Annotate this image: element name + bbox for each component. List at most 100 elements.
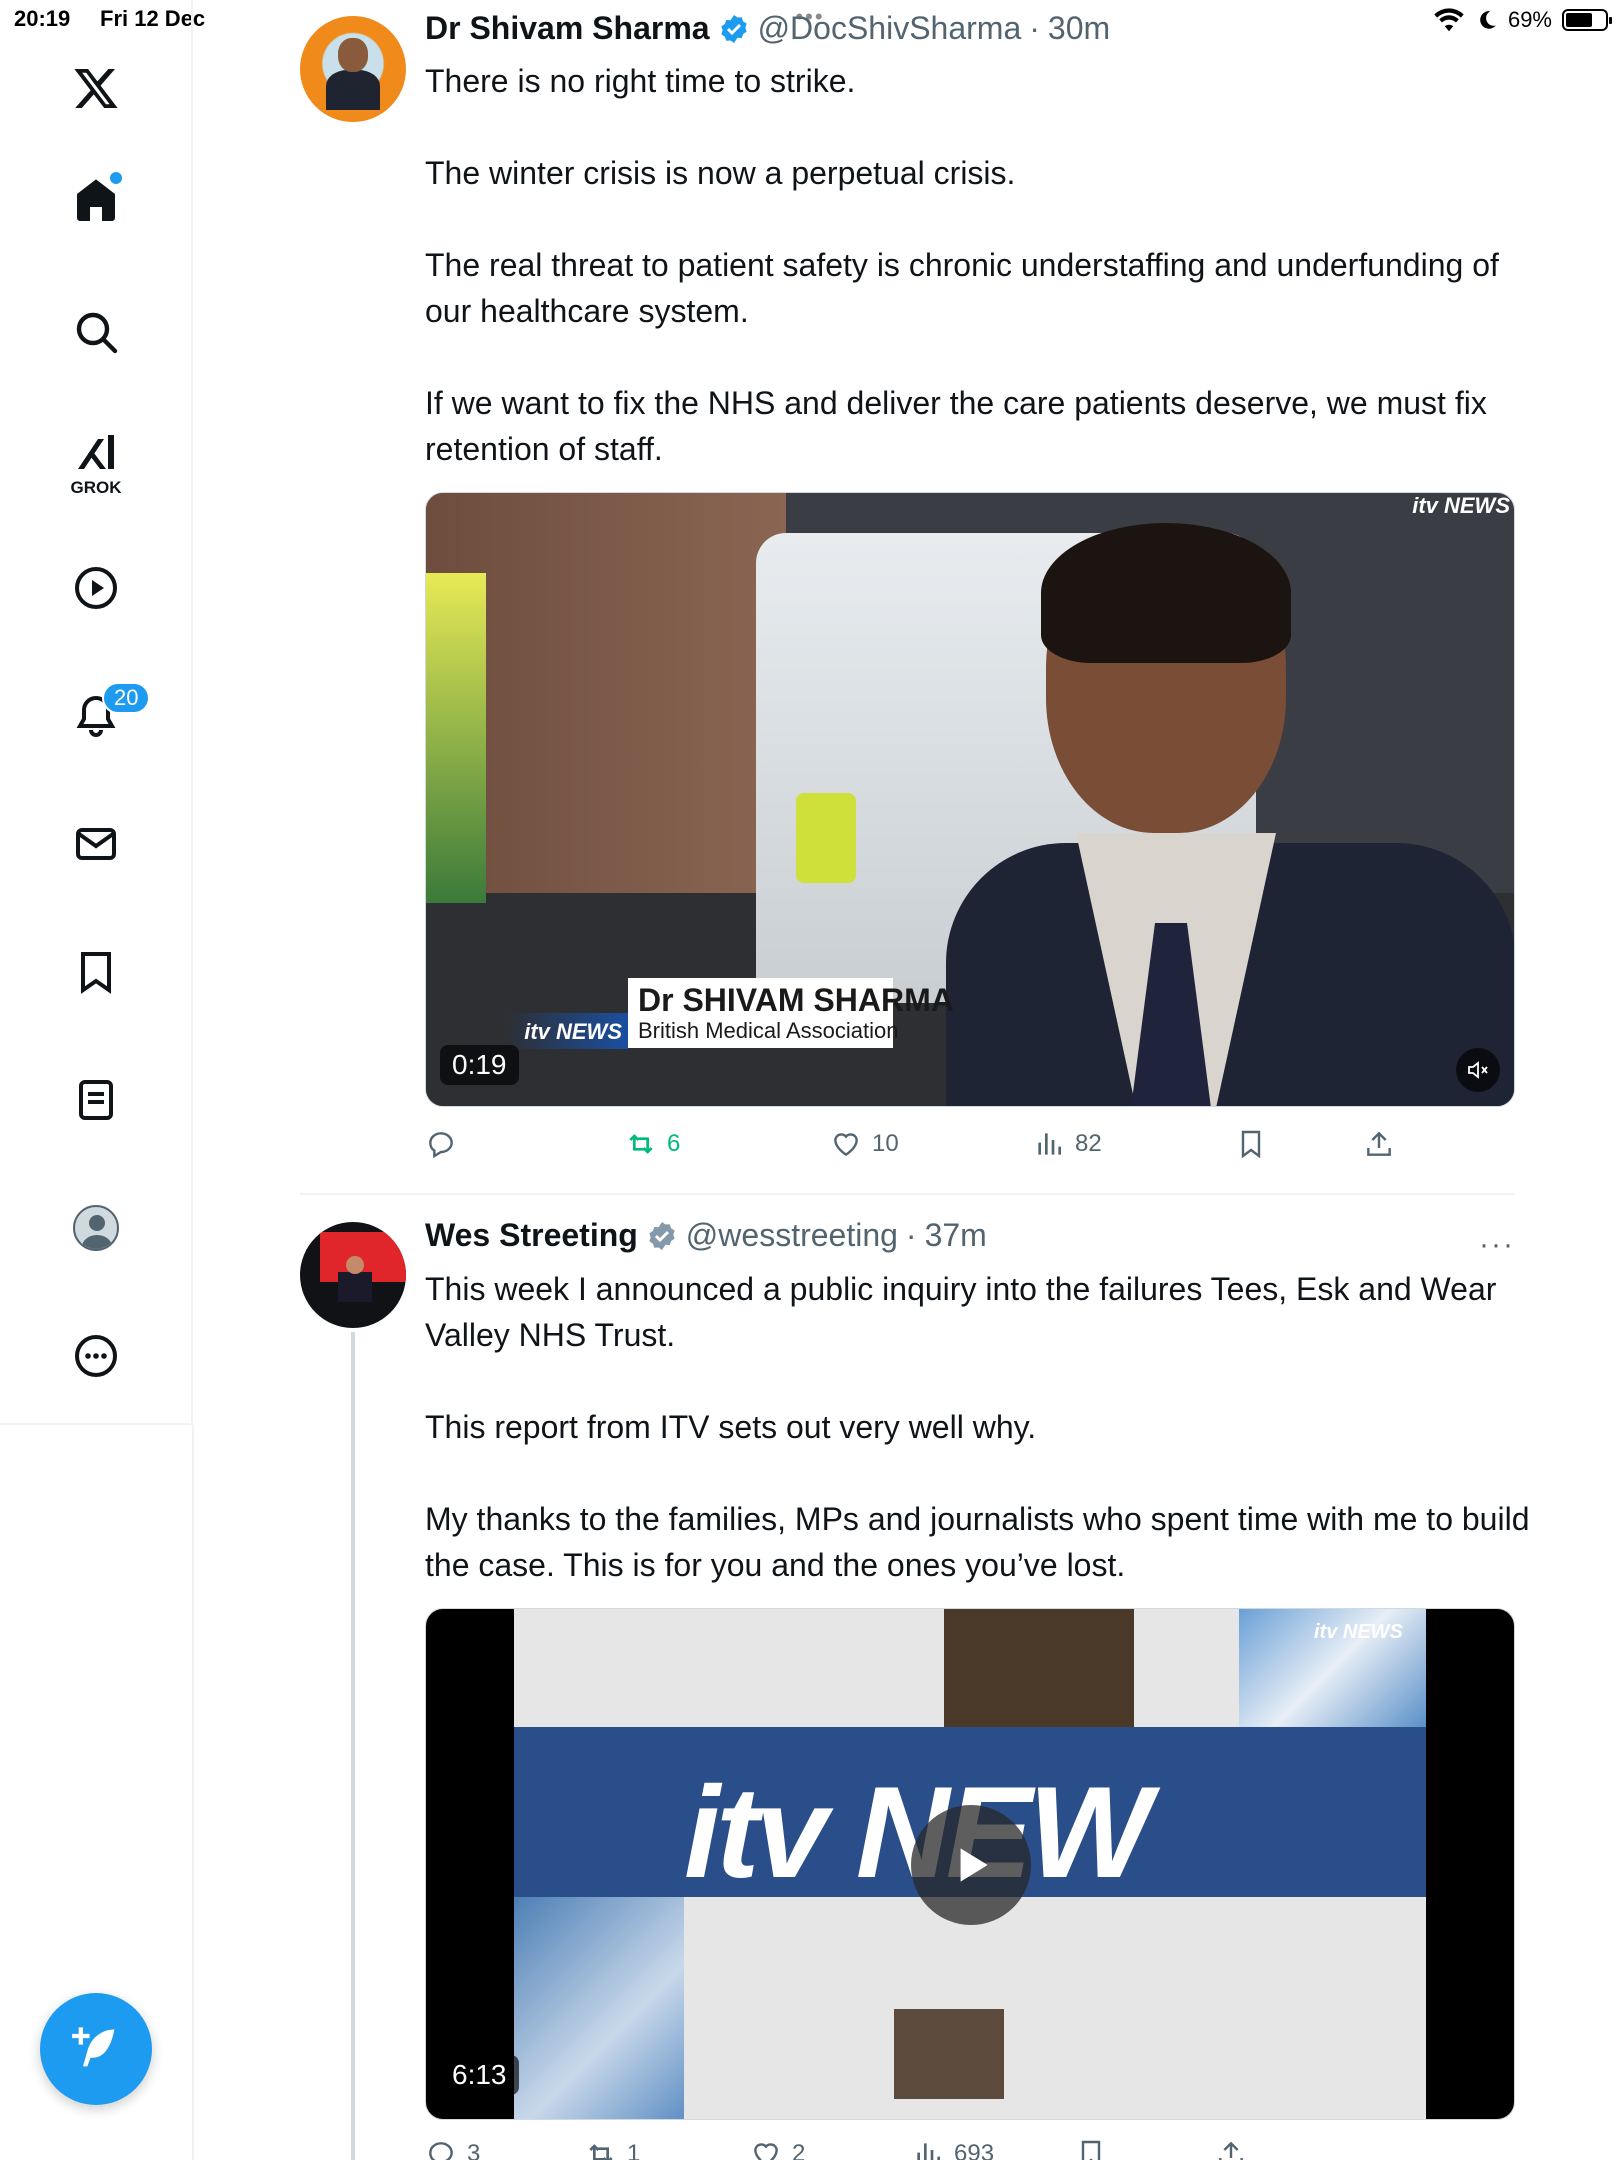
tweet1-paragraph: If we want to fix the NHS and deliver th… (425, 385, 1487, 467)
tweet2-avatar[interactable] (300, 1222, 406, 1328)
itv-news-corner-logo: itv NEWS (1314, 1621, 1403, 1643)
views-count: 693 (954, 2140, 995, 2160)
video-tile-clouds (514, 1897, 684, 2119)
battery-icon (1562, 9, 1612, 31)
avatar-face (338, 38, 368, 72)
video-scene-ambulance (426, 573, 486, 903)
video-icon (75, 567, 117, 609)
tweet2-text: This week I announced a public inquiry i… (425, 1266, 1535, 1588)
repost-count: 1 (627, 2140, 641, 2160)
nav-lists[interactable] (56, 1060, 136, 1140)
share-icon (1367, 1131, 1391, 1156)
like-button[interactable]: 10 (830, 1128, 899, 1160)
tweet1-time[interactable]: 30m (1048, 10, 1110, 47)
reply-button[interactable] (425, 1128, 467, 1160)
reply-button[interactable]: 3 (425, 2138, 480, 2160)
play-icon (960, 1848, 988, 1882)
tweet2-paragraph: This week I announced a public inquiry i… (425, 1271, 1497, 1353)
bookmarks-icon (81, 952, 111, 994)
tweet1-display-name[interactable]: Dr Shivam Sharma (425, 10, 710, 47)
nav-messages[interactable] (56, 804, 136, 884)
tweet1-paragraph: There is no right time to strike. (425, 63, 856, 99)
verified-badge-icon (720, 14, 747, 43)
nav-more[interactable] (56, 1316, 136, 1396)
like-count: 2 (792, 2140, 806, 2160)
mute-button[interactable] (1456, 1048, 1500, 1092)
speaker-muted-icon (1468, 1061, 1488, 1079)
tweet1-paragraph: The winter crisis is now a perpetual cri… (425, 155, 1016, 191)
sidebar: GROK 20 (0, 0, 193, 1425)
like-count: 10 (872, 1130, 899, 1157)
sidebar-border (192, 1425, 194, 2160)
bookmark-button[interactable] (1235, 1128, 1267, 1160)
video-tile-building (944, 1609, 1134, 1727)
profile-icon (73, 1205, 119, 1251)
views-button[interactable]: 693 (912, 2138, 994, 2160)
compose-feather-icon (72, 2027, 115, 2067)
wifi-icon (1434, 8, 1464, 32)
itv-news-lower-third-logo: itv NEWS (506, 1013, 628, 1049)
reply-icon (429, 1132, 453, 1159)
battery-fill (1566, 13, 1593, 27)
repost-button[interactable]: 1 (585, 2138, 640, 2160)
grok-label: GROK (70, 478, 122, 497)
nav-home[interactable] (56, 160, 136, 240)
heart-icon (834, 1133, 858, 1157)
tweet2-more-button[interactable]: ··· (1479, 1228, 1515, 1262)
repost-icon (589, 2144, 613, 2160)
views-chart-icon (917, 2143, 940, 2160)
views-chart-icon (1038, 1133, 1061, 1155)
views-button[interactable]: 82 (1033, 1128, 1102, 1160)
views-count: 82 (1075, 1130, 1102, 1157)
lists-icon (79, 1080, 113, 1120)
status-right: 69% (1432, 6, 1612, 34)
nav-profile[interactable] (56, 1188, 136, 1268)
tweet2-separator: · (905, 1217, 917, 1253)
nav-video[interactable] (56, 548, 136, 628)
avatar-body (338, 1272, 372, 1302)
x-logo-icon[interactable] (56, 48, 136, 128)
notifications-badge: 20 (102, 682, 151, 714)
moon-icon (1480, 11, 1496, 29)
compose-button[interactable] (40, 1993, 152, 2105)
tweet2-actions: 3 1 2 693 (425, 2138, 1515, 2160)
nav-bookmarks[interactable] (56, 932, 136, 1012)
tweet1-header: Dr Shivam Sharma @DocShivSharma · 30m (425, 10, 1110, 47)
repost-icon (629, 1134, 653, 1154)
video-duration: 6:13 (440, 2055, 519, 2095)
tweet2-display-name[interactable]: Wes Streeting (425, 1217, 638, 1254)
nav-notifications[interactable]: 20 (56, 676, 151, 756)
nav-search[interactable] (56, 292, 136, 372)
tweet-divider (300, 1193, 1515, 1195)
more-icon (75, 1335, 117, 1377)
lower-third-org: British Medical Association (638, 1018, 899, 1043)
bookmark-button[interactable] (1075, 2138, 1107, 2160)
bookmark-icon (1081, 2140, 1101, 2160)
play-button[interactable] (911, 1805, 1031, 1925)
tweet2-paragraph: This report from ITV sets out very well … (425, 1409, 1037, 1445)
video-duration: 0:19 (440, 1045, 519, 1085)
avatar-face (346, 1256, 364, 1274)
video-tile-figure (894, 2009, 1004, 2099)
tweet1-handle[interactable]: @DocShivSharma (758, 10, 1022, 47)
itv-news-corner-logo: itv NEWS (1412, 493, 1510, 518)
lower-third-name: Dr SHIVAM SHARMA (638, 982, 954, 1018)
messages-icon (76, 828, 116, 860)
share-button[interactable] (1363, 1128, 1395, 1160)
share-button[interactable] (1215, 2138, 1247, 2160)
tweet2-header: Wes Streeting @wesstreeting · 37m (425, 1217, 987, 1254)
tweet2-handle[interactable]: @wesstreeting (686, 1217, 898, 1254)
thread-connector-line (351, 1332, 355, 2160)
battery-percent: 69% (1507, 7, 1552, 32)
tweet1-video[interactable]: itv NEWS itv NEWS Dr SHIVAM SHARMA Briti… (425, 492, 1515, 1107)
video-scene-van-marking (796, 793, 856, 883)
tweet1-actions: 6 10 82 (425, 1128, 1515, 1168)
tweet1-avatar[interactable] (300, 16, 406, 122)
nav-grok[interactable]: GROK (56, 420, 136, 500)
tweet1-text: There is no right time to strike. The wi… (425, 58, 1535, 472)
tweet2-video[interactable]: itv NEW itv NEWS 6:13 (425, 1608, 1515, 2120)
tweet2-time[interactable]: 37m (925, 1217, 987, 1254)
repost-button[interactable]: 6 (625, 1128, 680, 1160)
like-button[interactable]: 2 (750, 2138, 805, 2160)
tweet1-separator: · (1029, 10, 1040, 46)
